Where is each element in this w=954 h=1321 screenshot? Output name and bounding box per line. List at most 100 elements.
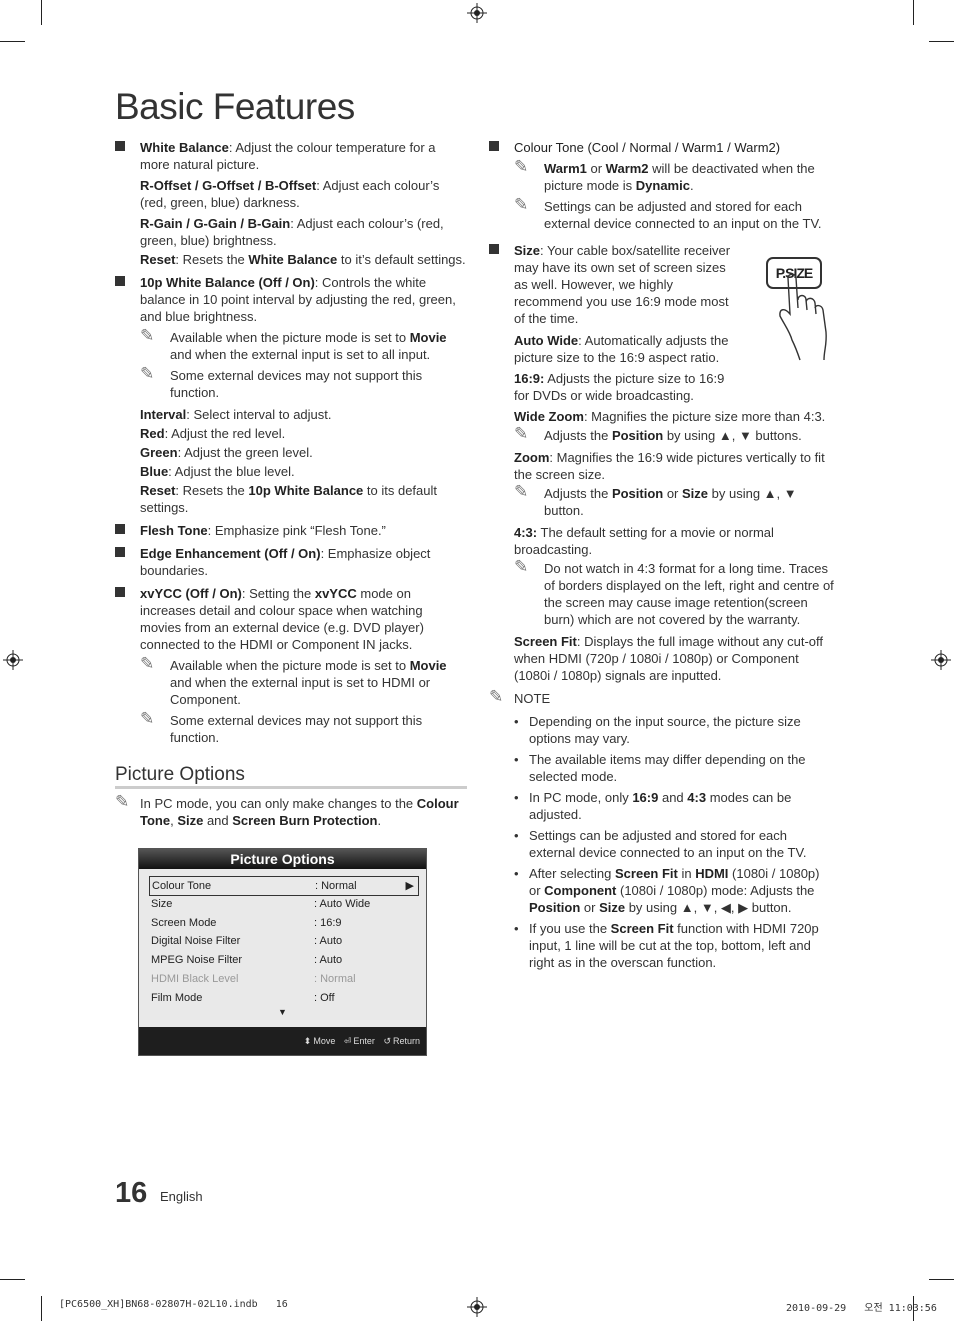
- desc: : Magnifies the picture size more than 4…: [583, 409, 826, 424]
- 10p-white-balance-item: 10p White Balance (Off / On): Controls t…: [115, 274, 467, 516]
- term: xvYCC: [314, 586, 357, 601]
- square-bullet-icon: [489, 244, 499, 254]
- edge-enhancement-item: Edge Enhancement (Off / On): Emphasize o…: [115, 545, 467, 579]
- osd-row-label: Size: [151, 898, 173, 910]
- osd-row-size[interactable]: Size: Auto Wide: [149, 895, 417, 913]
- footer-timestamp: 2010-09-29 오전 11:03:56: [786, 1303, 937, 1314]
- note-text: or: [586, 161, 606, 176]
- note-text: by using ▲, ▼, ◀, ▶ button.: [625, 900, 792, 915]
- term: 4:3: [687, 790, 707, 805]
- term: 4:3:: [514, 525, 538, 540]
- registration-mark-icon: [931, 650, 951, 670]
- osd-row-value: : Normal: [315, 880, 357, 892]
- term: Component: [544, 883, 617, 898]
- note-text: and: [203, 813, 233, 828]
- note: ✎ Some external devices may not support t…: [140, 710, 467, 746]
- desc: : Resets the: [175, 483, 249, 498]
- term: 10p White Balance: [248, 483, 364, 498]
- osd-row-film-mode[interactable]: Film Mode: Off: [149, 989, 417, 1007]
- white-balance-item: White Balance: Adjust the colour tempera…: [115, 139, 467, 268]
- osd-row-label: Film Mode: [151, 992, 203, 1004]
- note-text: .: [689, 178, 694, 193]
- desc: to it’s default settings.: [337, 252, 466, 267]
- term: White Balance: [140, 140, 229, 155]
- scroll-down-arrow-icon[interactable]: ▼: [278, 1007, 287, 1017]
- term: Flesh Tone: [140, 523, 208, 538]
- note-text: In PC mode, you can only make changes to…: [140, 796, 417, 811]
- square-bullet-icon: [115, 524, 125, 534]
- bullet-icon: •: [514, 828, 519, 843]
- note: ✎ Settings can be adjusted and stored for…: [514, 195, 834, 232]
- bullet-icon: •: [514, 790, 519, 805]
- desc: : Adjust the red level.: [164, 426, 286, 441]
- bullet-icon: •: [514, 921, 519, 936]
- section-heading: Picture Options: [115, 765, 467, 789]
- enter-hint: Enter: [353, 1036, 375, 1046]
- term: 16:9:: [514, 371, 545, 386]
- note-text: .: [377, 813, 382, 828]
- registration-mark-icon: [3, 650, 23, 670]
- term: Reset: [140, 483, 176, 498]
- note: ✎ Adjusts the Position by using ▲, ▼ butt…: [514, 424, 834, 444]
- osd-footer: ⬍ Move ⏎ Enter ↺ Return: [139, 1027, 426, 1055]
- note: ✎ Warm1 or Warm2 will be deactivated when…: [514, 157, 834, 194]
- return-hint: Return: [392, 1036, 420, 1046]
- note-text: Settings can be adjusted and stored for …: [544, 199, 822, 231]
- pencil-icon: ✎: [514, 195, 529, 214]
- term: R-Gain / G-Gain / B-Gain: [140, 216, 291, 231]
- note-text: (1080i / 1080p) mode: Adjusts the: [616, 883, 815, 898]
- term: Screen Fit: [615, 866, 678, 881]
- square-bullet-icon: [115, 587, 125, 597]
- note-bullet: • If you use the Screen Fit function with…: [514, 920, 834, 971]
- note: ✎ Adjusts the Position or Size by using ▲…: [514, 482, 834, 519]
- term: Position: [611, 486, 664, 501]
- note-text: After selecting: [529, 866, 615, 881]
- enter-icon: ⏎: [343, 1036, 352, 1046]
- term: Warm2: [605, 161, 649, 176]
- term: Edge Enhancement (Off / On): [140, 546, 321, 561]
- note-bullet: • After selecting Screen Fit in HDMI (108…: [514, 865, 834, 916]
- note-bullet: • Depending on the input source, the pict…: [514, 713, 834, 747]
- note-text: in: [677, 866, 696, 881]
- term: xvYCC (Off / On): [140, 586, 242, 601]
- square-bullet-icon: [115, 276, 125, 286]
- term: Colour Tone (Cool / Normal / Warm1 / War…: [514, 140, 781, 155]
- pencil-icon: ✎: [140, 364, 155, 383]
- crop-mark: [41, 1296, 42, 1321]
- term: Red: [140, 426, 165, 441]
- term: 16:9: [632, 790, 659, 805]
- crop-mark: [929, 41, 954, 42]
- pencil-icon: ✎: [514, 157, 529, 176]
- note: ✎ Do not watch in 4:3 format for a long t…: [514, 558, 834, 628]
- pencil-icon: ✎: [140, 654, 155, 673]
- osd-row-label: Screen Mode: [151, 917, 217, 929]
- bullet-icon: •: [514, 866, 519, 881]
- note: ✎ In PC mode, you can only make changes t…: [115, 793, 467, 829]
- desc: The default setting for a movie or norma…: [514, 525, 774, 557]
- registration-mark-icon: [467, 1297, 487, 1317]
- note-bullet: • The available items may differ dependin…: [514, 751, 834, 785]
- term: Size: [599, 900, 626, 915]
- updown-arrows-icon: ⬍: [303, 1036, 312, 1046]
- crop-mark: [929, 1279, 954, 1280]
- term: Size: [514, 243, 541, 258]
- note-text: or: [663, 486, 683, 501]
- osd-row-colour-tone[interactable]: Colour Tone : Normal ▶: [149, 876, 419, 896]
- square-bullet-icon: [489, 141, 499, 151]
- term: Auto Wide: [514, 333, 579, 348]
- osd-row-digital-noise-filter[interactable]: Digital Noise Filter: Auto: [149, 932, 417, 950]
- term: Position: [529, 900, 581, 915]
- note-text: Do not watch in 4:3 format for a long ti…: [544, 561, 834, 627]
- term: Reset: [140, 252, 176, 267]
- note: ✎ Some external devices may not support t…: [140, 364, 467, 401]
- page-title: Basic Features: [115, 86, 355, 127]
- pencil-icon: ✎: [514, 482, 529, 501]
- osd-row-mpeg-noise-filter[interactable]: MPEG Noise Filter: Auto: [149, 951, 417, 969]
- osd-row-screen-mode[interactable]: Screen Mode: 16:9: [149, 914, 417, 932]
- desc: : Resets the: [175, 252, 249, 267]
- desc: : Adjust the blue level.: [168, 464, 295, 479]
- pencil-icon: ✎: [514, 424, 529, 443]
- desc: : Adjust the green level.: [177, 445, 313, 460]
- note-text: by using ▲, ▼ buttons.: [663, 428, 802, 443]
- page-language: English: [160, 1189, 203, 1204]
